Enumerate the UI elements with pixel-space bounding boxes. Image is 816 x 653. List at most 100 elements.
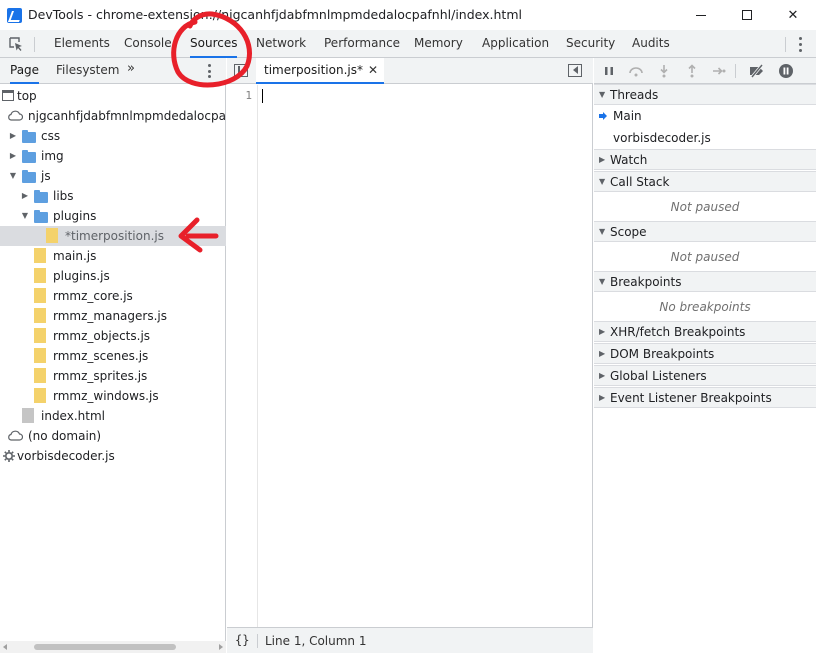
call-stack-pane-header[interactable]: ▼ Call Stack <box>594 171 816 192</box>
chevron-right-icon[interactable]: ▶ <box>8 131 18 141</box>
tab-sources[interactable]: Sources <box>190 30 238 58</box>
pane-title: XHR/fetch Breakpoints <box>610 324 746 339</box>
chevron-down-icon: ▼ <box>599 177 606 186</box>
tree-item-libs[interactable]: ▶ libs <box>0 186 226 206</box>
navigator-menu-icon[interactable] <box>206 64 212 78</box>
inspect-element-icon[interactable] <box>8 36 24 52</box>
tree-item-label: main.js <box>53 249 97 263</box>
close-window-button[interactable]: ✕ <box>770 0 816 30</box>
step-into-icon[interactable] <box>656 63 672 79</box>
xhr-breakpoints-pane-header[interactable]: ▶ XHR/fetch Breakpoints <box>594 321 816 342</box>
chevron-down-icon[interactable]: ▼ <box>8 171 18 181</box>
toolbar-divider <box>34 37 35 52</box>
code-area[interactable] <box>259 85 593 627</box>
tree-item-label: rmmz_core.js <box>53 289 133 303</box>
more-tabs-button[interactable]: » <box>127 61 135 76</box>
chevron-right-icon: ▶ <box>599 349 606 358</box>
scroll-right-icon[interactable] <box>219 644 223 650</box>
debugger-toolbar <box>594 58 816 84</box>
tree-item-label: index.html <box>41 409 105 423</box>
scope-pane-header[interactable]: ▼ Scope <box>594 221 816 242</box>
navigator-horizontal-scrollbar[interactable] <box>0 641 226 653</box>
step-over-icon[interactable] <box>628 63 644 79</box>
dom-breakpoints-pane-header[interactable]: ▶ DOM Breakpoints <box>594 343 816 364</box>
pane-title: Scope <box>610 224 647 239</box>
tree-item-vorbisdecoder-js[interactable]: vorbisdecoder.js <box>0 446 226 466</box>
tree-item-top[interactable]: top <box>0 86 226 106</box>
tree-item-extension-origin[interactable]: njgcanhfjdabfmnlmpmdedalocpafnhl <box>0 106 226 126</box>
toggle-navigator-icon[interactable] <box>234 64 248 77</box>
pane-title: Call Stack <box>610 174 670 189</box>
step-out-icon[interactable] <box>684 63 700 79</box>
tree-item-main-js[interactable]: main.js <box>0 246 226 266</box>
editor-tab-bar: timerposition.js* ✕ <box>227 58 593 84</box>
tree-item-timerposition-js[interactable]: *timerposition.js <box>0 226 226 246</box>
deactivate-breakpoints-icon[interactable] <box>749 63 765 79</box>
watch-pane-header[interactable]: ▶ Watch <box>594 149 816 170</box>
global-listeners-pane-header[interactable]: ▶ Global Listeners <box>594 365 816 386</box>
maximize-button[interactable] <box>724 0 770 30</box>
scope-message: Not paused <box>670 250 740 264</box>
pane-title: Event Listener Breakpoints <box>610 390 772 405</box>
cloud-icon <box>8 110 23 121</box>
pretty-print-icon[interactable]: {} <box>235 633 249 647</box>
tree-item-label: njgcanhfjdabfmnlmpmdedalocpafnhl <box>28 109 226 123</box>
debugger-sidebar: ▼ Threads Main vorbisdecoder.js ▶ Watch … <box>594 58 816 653</box>
tab-audits[interactable]: Audits <box>632 30 670 58</box>
tree-item-plugins-js[interactable]: plugins.js <box>0 266 226 286</box>
breakpoints-pane-header[interactable]: ▼ Breakpoints <box>594 271 816 292</box>
pause-icon[interactable] <box>601 63 617 79</box>
tree-item-label: (no domain) <box>28 429 102 443</box>
toolbar-divider <box>785 37 786 52</box>
current-thread-arrow-icon <box>599 112 607 120</box>
tree-item-label: js <box>41 169 51 183</box>
scrollbar-thumb[interactable] <box>34 644 176 650</box>
tab-page[interactable]: Page <box>10 58 40 84</box>
tree-item-css[interactable]: ▶ css <box>0 126 226 146</box>
pane-title: Breakpoints <box>610 274 682 289</box>
pause-on-exceptions-icon[interactable] <box>778 63 794 79</box>
tab-network[interactable]: Network <box>256 30 306 58</box>
editor-tab-timerposition[interactable]: timerposition.js* ✕ <box>256 58 385 84</box>
event-listener-breakpoints-pane-header[interactable]: ▶ Event Listener Breakpoints <box>594 387 816 408</box>
tree-item-no-domain[interactable]: (no domain) <box>0 426 226 446</box>
tree-item-plugins[interactable]: ▼ plugins <box>0 206 226 226</box>
tree-item-label: rmmz_scenes.js <box>53 349 149 363</box>
thread-item-vorbisdecoder[interactable]: vorbisdecoder.js <box>594 127 816 149</box>
tab-filesystem[interactable]: Filesystem <box>56 58 119 84</box>
tab-performance[interactable]: Performance <box>324 30 400 58</box>
editor-tab-label: timerposition.js* <box>264 63 363 77</box>
threads-pane-header[interactable]: ▼ Threads <box>594 84 816 105</box>
tab-application[interactable]: Application <box>482 30 549 58</box>
customize-devtools-menu-icon[interactable] <box>797 37 803 52</box>
tree-item-rmmz-windows-js[interactable]: rmmz_windows.js <box>0 386 226 406</box>
step-icon[interactable] <box>711 63 727 79</box>
editor-status-bar: {} Line 1, Column 1 <box>227 627 593 653</box>
tree-item-label: rmmz_sprites.js <box>53 369 148 383</box>
cursor-position: Line 1, Column 1 <box>265 634 367 648</box>
tab-security[interactable]: Security <box>566 30 615 58</box>
tree-item-rmmz-managers-js[interactable]: rmmz_managers.js <box>0 306 226 326</box>
thread-item-main[interactable]: Main <box>594 105 816 127</box>
tab-memory[interactable]: Memory <box>414 30 463 58</box>
tab-elements[interactable]: Elements <box>54 30 110 58</box>
tree-item-js[interactable]: ▼ js <box>0 166 226 186</box>
tree-item-rmmz-objects-js[interactable]: rmmz_objects.js <box>0 326 226 346</box>
tree-item-rmmz-sprites-js[interactable]: rmmz_sprites.js <box>0 366 226 386</box>
tab-console[interactable]: Console <box>124 30 172 58</box>
tree-item-index-html[interactable]: index.html <box>0 406 226 426</box>
tree-item-img[interactable]: ▶ img <box>0 146 226 166</box>
chevron-down-icon[interactable]: ▼ <box>20 211 30 221</box>
tree-item-label: rmmz_windows.js <box>53 389 159 403</box>
chevron-right-icon[interactable]: ▶ <box>20 191 30 201</box>
scroll-left-icon[interactable] <box>3 644 7 650</box>
tree-item-rmmz-scenes-js[interactable]: rmmz_scenes.js <box>0 346 226 366</box>
chevron-right-icon[interactable]: ▶ <box>8 151 18 161</box>
file-icon <box>34 388 46 403</box>
tree-item-label: img <box>41 149 64 163</box>
close-tab-icon[interactable]: ✕ <box>368 63 378 77</box>
pane-title: DOM Breakpoints <box>610 346 715 361</box>
tree-item-rmmz-core-js[interactable]: rmmz_core.js <box>0 286 226 306</box>
minimize-button[interactable] <box>678 0 724 30</box>
toggle-debugger-icon[interactable] <box>568 64 582 77</box>
